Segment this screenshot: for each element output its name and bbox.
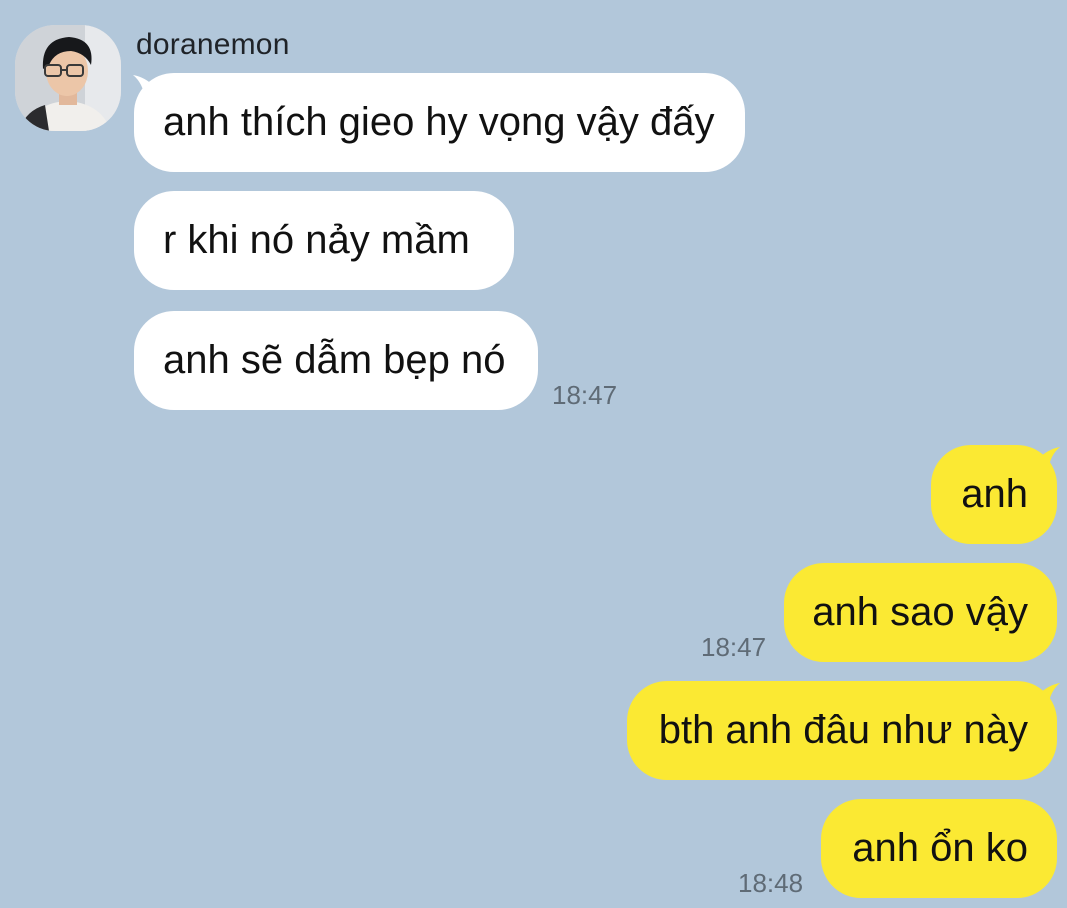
message-text: r khi nó nảy mầm [163,218,470,262]
message-text: anh sao vậy [812,590,1028,634]
message-timestamp: 18:47 [701,632,767,662]
message-text: bth anh đâu như này [658,708,1028,752]
sender-name: doranemon [136,28,290,61]
message-text: anh [961,472,1028,516]
avatar[interactable] [15,25,121,131]
message-timestamp: 18:47 [552,380,618,410]
message-bubble-incoming[interactable]: anh thích gieo hy vọng vậy đấy [134,73,745,172]
message-text: anh ổn ko [852,826,1028,870]
message-text: anh sẽ dẫm bẹp nó [163,338,506,382]
message-bubble-incoming[interactable]: anh sẽ dẫm bẹp nó [134,311,538,410]
chat-thread: doranemon anh thích gieo hy vọng vậy đấy… [0,0,1067,908]
message-bubble-outgoing[interactable]: bth anh đâu như này [627,681,1057,780]
message-bubble-outgoing[interactable]: anh [931,445,1057,544]
message-timestamp: 18:48 [738,868,804,898]
profile-photo-icon [15,25,121,131]
message-bubble-outgoing[interactable]: anh ổn ko [821,799,1057,898]
message-bubble-outgoing[interactable]: anh sao vậy [784,563,1057,662]
message-text: anh thích gieo hy vọng vậy đấy [163,100,715,144]
message-bubble-incoming[interactable]: r khi nó nảy mầm [134,191,514,290]
